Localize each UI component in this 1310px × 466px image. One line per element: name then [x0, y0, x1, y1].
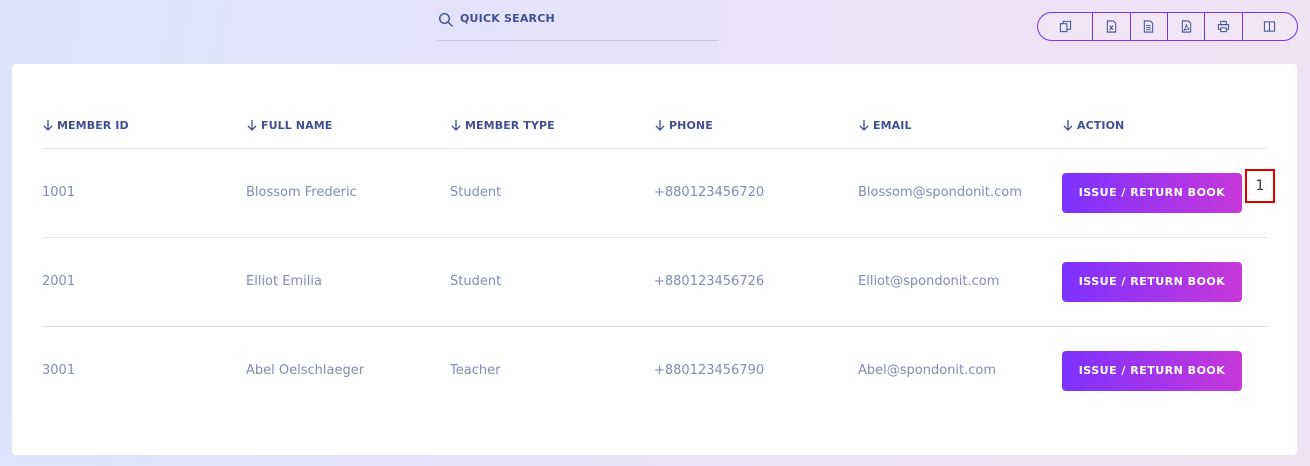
table-row: 2001 Elliot Emilia Student +880123456726… — [42, 237, 1267, 327]
search-icon — [438, 12, 453, 27]
issue-return-book-button[interactable]: ISSUE / RETURN BOOK — [1062, 172, 1242, 213]
excel-button[interactable] — [1092, 13, 1129, 40]
csv-button[interactable] — [1129, 13, 1167, 40]
sort-arrow-icon — [247, 120, 257, 132]
cell-action: ISSUE / RETURN BOOK — [1062, 237, 1267, 327]
columns-button[interactable] — [1241, 13, 1297, 40]
sort-arrow-icon — [451, 120, 461, 132]
print-icon — [1217, 20, 1230, 33]
cell-full-name: Elliot Emilia — [246, 237, 450, 327]
table-row: 1001 Blossom Frederic Student +880123456… — [42, 148, 1267, 238]
copy-icon — [1059, 20, 1071, 33]
cell-member-type: Teacher — [450, 363, 501, 379]
cell-member-id: 2001 — [42, 237, 246, 327]
pdf-button[interactable] — [1166, 13, 1204, 40]
cell-email: Elliot@spondonit.com — [858, 237, 1062, 327]
members-card: MEMBER ID FULL NAME MEMBER TYPE PHONE EM… — [12, 64, 1297, 455]
issue-return-book-button[interactable]: ISSUE / RETURN BOOK — [1062, 350, 1242, 391]
quick-search[interactable] — [437, 8, 718, 41]
header-email[interactable]: EMAIL — [858, 104, 1062, 149]
columns-icon — [1264, 21, 1276, 32]
cell-member-id: 1001 — [42, 148, 246, 238]
excel-icon — [1106, 20, 1117, 33]
pdf-icon — [1181, 20, 1191, 33]
members-table: MEMBER ID FULL NAME MEMBER TYPE PHONE EM… — [42, 104, 1267, 415]
csv-icon — [1144, 20, 1154, 33]
header-phone[interactable]: PHONE — [654, 104, 858, 149]
table-header-row: MEMBER ID FULL NAME MEMBER TYPE PHONE EM… — [42, 104, 1267, 149]
search-input[interactable] — [460, 12, 700, 25]
cell-action: ISSUE / RETURN BOOK — [1062, 326, 1267, 415]
cell-action: ISSUE / RETURN BOOK — [1062, 148, 1267, 238]
cell-full-name: Blossom Frederic — [246, 148, 450, 238]
table-row: 3001 Abel Oelschlaeger Teacher +88012345… — [42, 326, 1267, 415]
cell-phone: +880123456726 — [654, 237, 858, 327]
copy-button[interactable] — [1038, 13, 1092, 40]
issue-return-book-button[interactable]: ISSUE / RETURN BOOK — [1062, 261, 1242, 302]
cell-phone: +880123456790 — [654, 363, 765, 379]
header-member-id[interactable]: MEMBER ID — [42, 104, 246, 149]
header-member-type[interactable]: MEMBER TYPE — [450, 104, 654, 149]
cell-email: Blossom@spondonit.com — [858, 148, 1062, 238]
cell-member-type: Student — [450, 148, 654, 238]
print-button[interactable] — [1204, 13, 1241, 40]
cell-member-id: 3001 — [42, 363, 76, 379]
cell-email: Abel@spondonit.com — [858, 363, 997, 379]
cell-member-type: Student — [450, 237, 654, 327]
sort-arrow-icon — [655, 120, 665, 132]
sort-arrow-icon — [1063, 120, 1073, 132]
sort-arrow-icon — [43, 120, 53, 132]
cell-phone: +880123456720 — [654, 148, 858, 238]
annotation-marker: 1 — [1245, 169, 1275, 203]
header-action[interactable]: ACTION — [1062, 104, 1267, 149]
sort-arrow-icon — [859, 120, 869, 132]
header-full-name[interactable]: FULL NAME — [246, 104, 450, 149]
cell-full-name: Abel Oelschlaeger — [246, 363, 365, 379]
export-toolbar — [1037, 12, 1298, 41]
